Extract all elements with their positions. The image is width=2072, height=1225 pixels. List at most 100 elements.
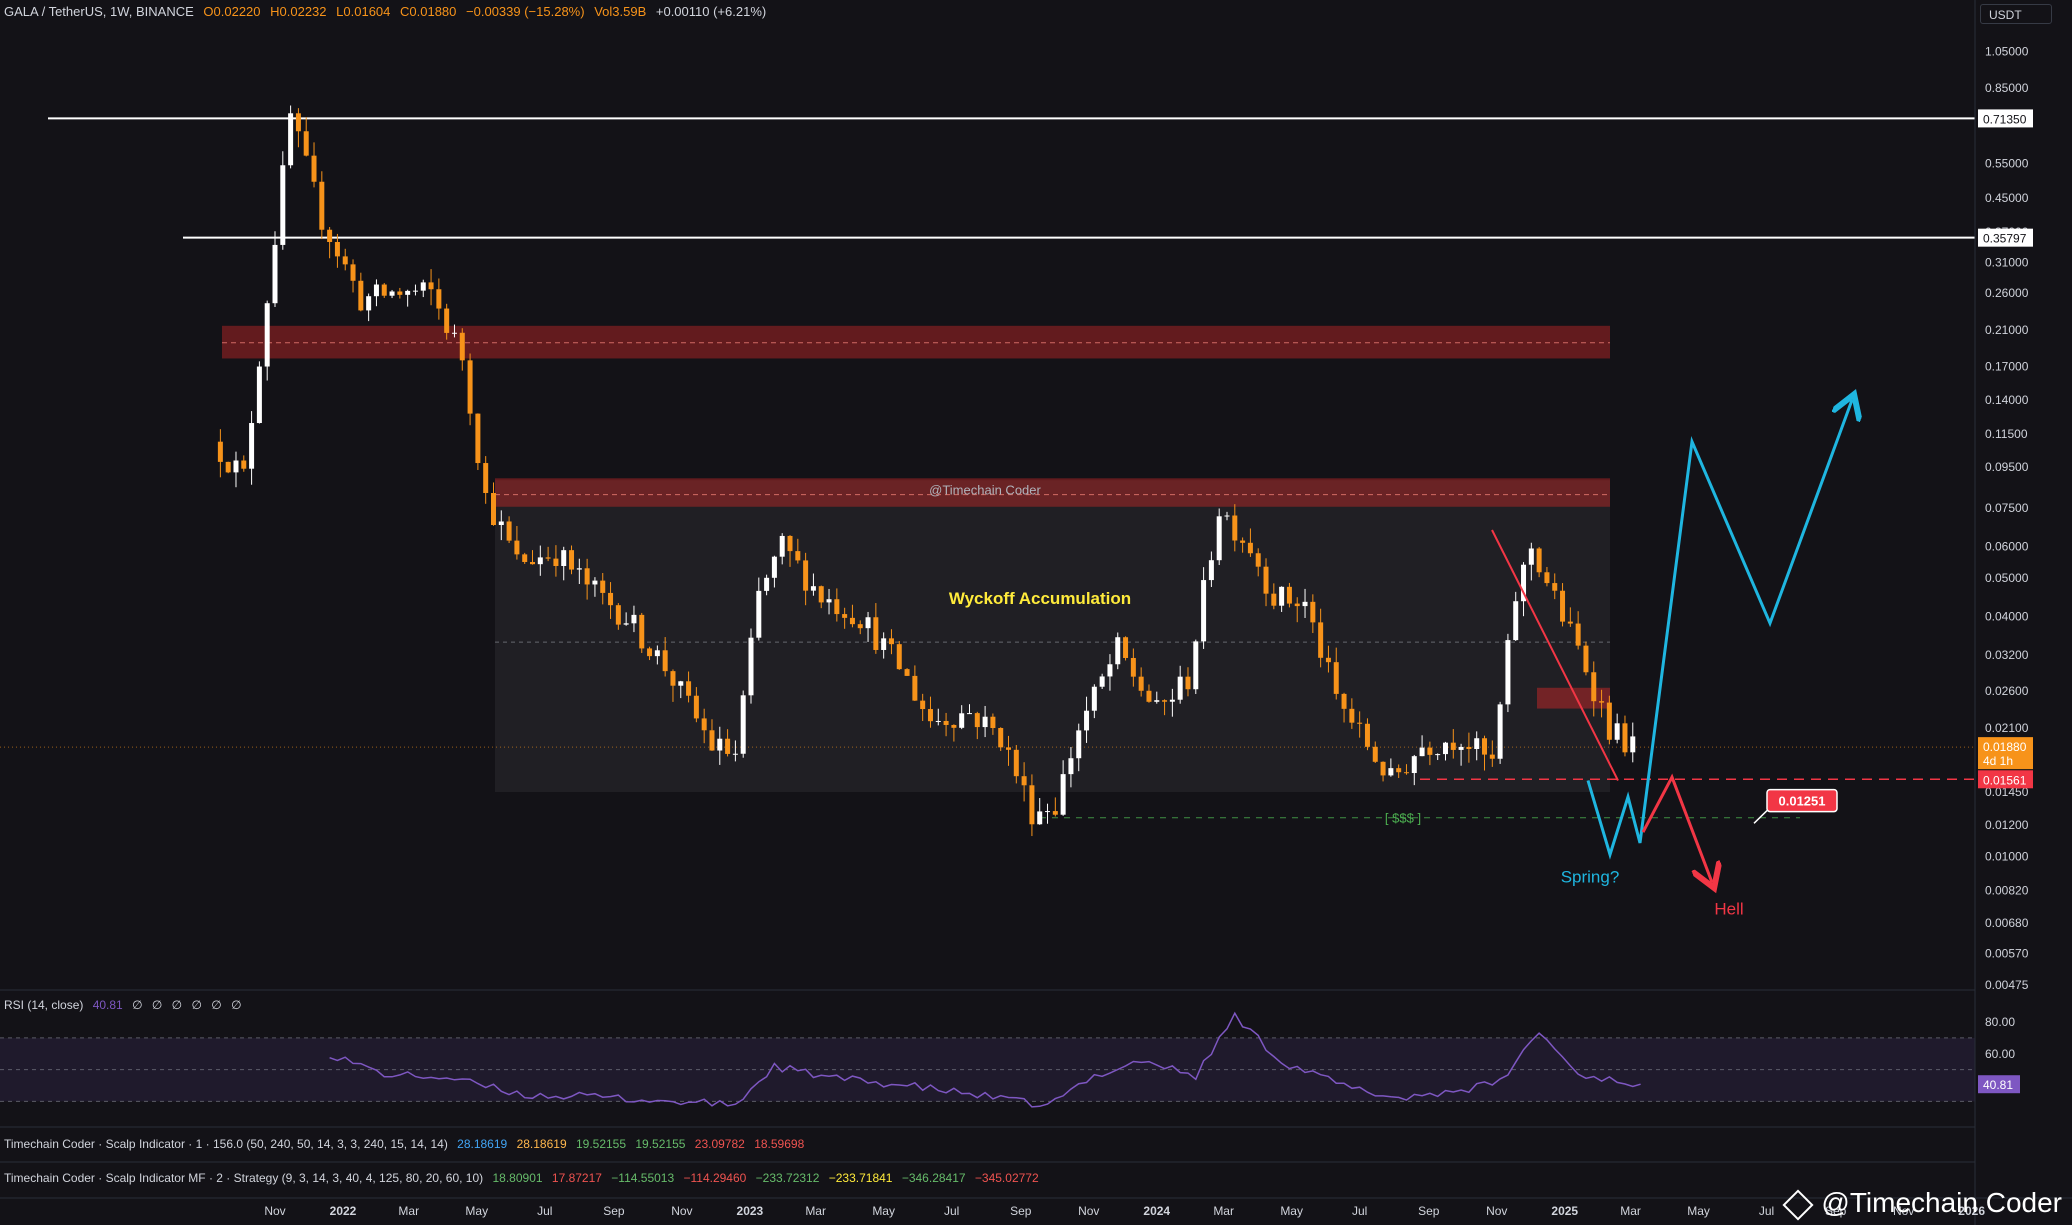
candle[interactable] [272, 231, 278, 307]
rsi-y-tick-label: 80.00 [1985, 1015, 2015, 1029]
symbol-name[interactable]: GALA / TetherUS, 1W, BINANCE [4, 4, 194, 19]
candle[interactable] [225, 461, 231, 474]
candle[interactable] [1052, 797, 1058, 817]
candle-body [467, 360, 473, 414]
candle-body [514, 540, 520, 555]
candle[interactable] [295, 108, 301, 148]
candle-body [1216, 516, 1222, 561]
price-chart[interactable]: @Timechain Coder Wyckoff Accumulation [ $$… [0, 0, 2072, 1225]
candle[interactable] [420, 279, 426, 298]
bearish-projection-path[interactable] [1641, 773, 1712, 882]
candle[interactable] [1193, 639, 1199, 694]
candle-body [342, 256, 348, 265]
candle[interactable] [358, 272, 364, 312]
candle[interactable] [342, 248, 348, 271]
candle[interactable] [233, 451, 239, 488]
candle[interactable] [303, 117, 309, 157]
candle[interactable] [475, 413, 481, 471]
candle-body [725, 738, 731, 754]
candle-body [966, 713, 972, 715]
candle-body [1349, 708, 1355, 723]
candle-body [1294, 603, 1300, 607]
candle-body [1208, 560, 1214, 581]
bullish-projection-path[interactable] [1586, 400, 1852, 860]
indicator-line-1[interactable]: Timechain Coder · Scalp Indicator · 1 · … [4, 1137, 810, 1151]
candle-body [865, 617, 871, 629]
candle[interactable] [389, 289, 395, 299]
rsi-label[interactable]: RSI (14, close) [4, 998, 83, 1012]
indicator-line-2[interactable]: Timechain Coder · Scalp Indicator MF · 2… [4, 1171, 1045, 1185]
candle-body [1318, 622, 1324, 658]
candle[interactable] [412, 284, 418, 296]
candle-body [1115, 637, 1121, 665]
indicator-2-value: −345.02772 [974, 1171, 1039, 1185]
candle[interactable] [350, 259, 356, 293]
rsi-y-tick-label: 60.00 [1985, 1047, 2015, 1061]
candle[interactable] [280, 151, 286, 250]
candle[interactable] [327, 226, 333, 259]
candle[interactable] [381, 283, 387, 298]
candle-body [686, 681, 692, 696]
candle[interactable] [740, 690, 746, 758]
candle[interactable] [319, 171, 325, 240]
candle[interactable] [405, 289, 411, 307]
binance-logo-icon [1782, 1189, 1814, 1221]
candle[interactable] [467, 353, 473, 426]
candle[interactable] [904, 668, 910, 676]
y-tick-label: 0.31000 [1985, 256, 2029, 270]
candle[interactable] [288, 105, 294, 169]
candle-body [951, 724, 957, 728]
rsi-extra-5: ∅ [231, 998, 242, 1012]
candle-body [280, 165, 286, 245]
candle[interactable] [436, 278, 442, 320]
author-tag-label: @Timechain Coder [929, 482, 1041, 497]
candle[interactable] [748, 628, 754, 704]
candle[interactable] [241, 455, 247, 472]
candle[interactable] [373, 279, 379, 307]
candle[interactable] [397, 287, 403, 299]
last-price-badge[interactable]: 0.018804d 1h [1978, 737, 2033, 770]
candle[interactable] [264, 300, 270, 381]
candle-body [272, 244, 278, 304]
candle[interactable] [483, 456, 489, 504]
price-level-badge[interactable]: 0.71350 [1978, 109, 2033, 128]
candle[interactable] [366, 293, 372, 322]
candle[interactable] [459, 328, 465, 371]
candle[interactable] [1045, 803, 1051, 824]
candle-body [1560, 590, 1566, 622]
candle[interactable] [1622, 715, 1628, 757]
candle[interactable] [1123, 636, 1129, 661]
candle[interactable] [428, 269, 434, 306]
candle[interactable] [1497, 701, 1503, 764]
candle[interactable] [311, 142, 317, 188]
marker-price-badge[interactable]: 0.01561 [1978, 770, 2033, 789]
rsi-value-badge[interactable]: 40.81 [1978, 1075, 2020, 1094]
x-tick-label: Mar [805, 1204, 826, 1218]
candle[interactable] [249, 411, 255, 485]
candle[interactable] [1606, 695, 1612, 745]
candle-body [1614, 723, 1620, 740]
candle-body [771, 556, 777, 578]
candle[interactable] [217, 429, 223, 478]
candle[interactable] [896, 640, 902, 670]
candle[interactable] [1216, 508, 1222, 566]
watermark-text: @Timechain Coder [1821, 1187, 2062, 1218]
candle[interactable] [1614, 713, 1620, 744]
candle[interactable] [256, 361, 262, 424]
currency-unit-button[interactable]: USDT [1980, 4, 2052, 24]
price-level-badge[interactable]: 0.35797 [1978, 228, 2033, 247]
candle-body [842, 614, 848, 618]
x-tick-label: 2025 [1551, 1204, 1578, 1218]
target-price-badge[interactable]: 0.01251 [1766, 788, 1838, 813]
candle-body [639, 614, 645, 649]
candle[interactable] [1037, 798, 1043, 825]
candle[interactable] [1630, 722, 1636, 763]
candle-body [1372, 746, 1378, 762]
indicator-2-value: 17.87217 [551, 1171, 602, 1185]
candle[interactable] [334, 233, 340, 268]
candle[interactable] [1583, 641, 1589, 676]
candle[interactable] [639, 612, 645, 654]
candle[interactable] [1505, 633, 1511, 713]
candle-body [1380, 761, 1386, 776]
candle[interactable] [1115, 632, 1121, 670]
